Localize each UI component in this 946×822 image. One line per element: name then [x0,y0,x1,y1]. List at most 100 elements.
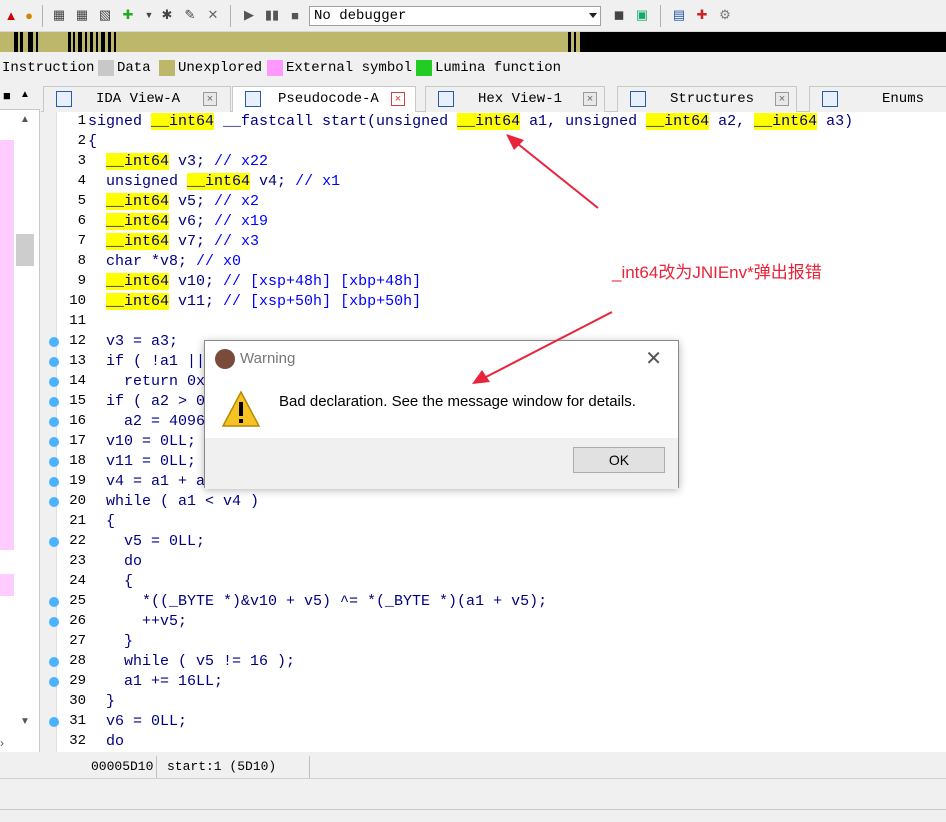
breakpoint-dot-icon[interactable] [49,457,59,467]
tab-label: IDA View-A [96,91,181,107]
close-icon[interactable]: × [391,92,405,106]
pause-icon[interactable]: ▮▮ [263,6,281,24]
code-token: v4; [250,173,296,190]
attach-icon[interactable]: ▣ [633,6,651,24]
code-line[interactable]: { [88,132,97,152]
breakpoint-dot-icon[interactable] [49,657,59,667]
list-icon[interactable]: ▤ [670,6,688,24]
ok-button[interactable]: OK [573,447,665,473]
line-number: 27 [69,633,86,649]
tab-label: Structures [670,91,755,107]
breakpoint-dot-icon[interactable] [49,397,59,407]
lock-icon[interactable]: ● [20,6,38,24]
chevron-up-icon[interactable]: ▲ [20,114,30,125]
close-icon[interactable]: × [583,92,597,106]
code-line[interactable]: unsigned __int64 v4; // x1 [88,172,340,192]
breakpoint-dot-icon[interactable] [49,377,59,387]
chevron-up-icon[interactable]: ▲ [20,89,30,100]
close-icon[interactable]: × [775,92,789,106]
code-line[interactable]: v4 = a1 + a [88,472,205,492]
code-comment: // [xsp+48h] [xbp+48h] [223,273,422,290]
tab-hex-view-1[interactable]: Hex View-1 × [425,86,605,112]
tab-structures[interactable]: Structures × [617,86,797,112]
code-line[interactable]: __int64 v10; // [xsp+48h] [xbp+48h] [88,272,421,292]
code-line[interactable]: signed __int64 __fastcall start(unsigned… [88,112,853,132]
tools-icon[interactable]: ⚙ [716,6,734,24]
code-line[interactable]: do [88,552,142,572]
breakpoint-dot-icon[interactable] [49,677,59,687]
code-token: while ( v5 != 16 ); [88,653,296,670]
code-line[interactable]: while ( a1 < v4 ) [88,492,259,512]
add-icon[interactable]: ▧ [96,6,114,24]
code-line[interactable]: __int64 v6; // x19 [88,212,268,232]
note-icon[interactable]: ✎ [181,6,199,24]
close-icon[interactable]: ✕ [645,349,662,369]
code-line[interactable]: do [88,732,124,752]
debugger-select[interactable]: No debugger [309,6,601,26]
close-icon[interactable]: ✕ [204,6,222,24]
breakpoint-dot-icon[interactable] [49,417,59,427]
code-line[interactable]: while ( v5 != 16 ); [88,652,295,672]
navigation-band[interactable] [0,32,946,52]
code-line[interactable]: } [88,632,133,652]
code-line[interactable]: return 0x [88,372,205,392]
code-line[interactable]: if ( !a1 || [88,352,214,372]
bottom-bar [0,778,946,822]
breakpoint-dot-icon[interactable] [49,497,59,507]
tab-pseudocode-a[interactable]: Pseudocode-A × [232,86,416,113]
tab-ida-view-a[interactable]: IDA View-A × [43,86,231,112]
code-line[interactable]: __int64 v5; // x2 [88,192,259,212]
code-line[interactable]: char *v8; // x0 [88,252,241,272]
breakpoint-dot-icon[interactable] [49,437,59,447]
code-line[interactable]: { [88,512,115,532]
code-line[interactable]: __int64 v7; // x3 [88,232,259,252]
code-line[interactable]: a1 += 16LL; [88,672,223,692]
code-line[interactable]: } [88,692,115,712]
code-line[interactable]: ++v5; [88,612,187,632]
code-line[interactable]: v11 = 0LL; [88,452,196,472]
chevron-down-icon[interactable] [589,13,597,18]
plus-icon[interactable]: ✚ [693,6,711,24]
breakpoint-dot-icon[interactable] [49,617,59,627]
breakpoint-dot-icon[interactable] [49,597,59,607]
code-line[interactable]: __int64 v11; // [xsp+50h] [xbp+50h] [88,292,421,312]
breakpoint-dot-icon[interactable] [49,717,59,727]
code-line[interactable]: a2 = 4096 [88,412,205,432]
add-icon[interactable]: ▦ [50,6,68,24]
breakpoint-dot-icon[interactable] [49,537,59,547]
dialog-titlebar[interactable]: Warning ✕ [205,341,678,377]
code-line[interactable]: *((_BYTE *)&v10 + v5) ^= *(_BYTE *)(a1 +… [88,592,547,612]
nav-segment [574,32,576,52]
close-icon[interactable]: ■ [3,88,11,103]
play-icon[interactable]: ▶ [240,6,258,24]
code-line[interactable]: v6 = 0LL; [88,712,187,732]
breakpoint-icon[interactable]: ◼ [610,6,628,24]
stop-icon[interactable]: ■ [286,6,304,24]
dropdown-icon[interactable]: ▼ [140,6,158,24]
line-number: 8 [77,253,86,269]
nav-segment [36,32,38,52]
chevron-right-icon[interactable]: › [0,736,4,750]
add-icon[interactable]: ▦ [73,6,91,24]
code-token: a1 += 16LL; [88,673,224,690]
code-line[interactable]: v5 = 0LL; [88,532,205,552]
left-panel-scroll-thumb[interactable] [16,234,34,266]
tab-enums[interactable]: Enums [809,86,946,112]
line-number: 32 [69,733,86,749]
code-line[interactable]: v3 = a3; [88,332,178,352]
breakpoint-dot-icon[interactable] [49,337,59,347]
breakpoint-dot-icon[interactable] [49,477,59,487]
line-number: 6 [77,213,86,229]
code-line[interactable]: v10 = 0LL; [88,432,196,452]
code-line[interactable]: __int64 v3; // x22 [88,152,268,172]
code-line[interactable]: if ( a2 > 0 [88,392,205,412]
close-icon[interactable]: × [203,92,217,106]
type-highlight: __int64 [754,113,818,130]
dialog-footer: OK [205,438,678,489]
script-icon[interactable]: ✚ [119,6,137,24]
code-line[interactable]: { [88,572,133,592]
breakpoint-dot-icon[interactable] [49,357,59,367]
chevron-down-icon[interactable]: ▼ [20,716,30,727]
run-icon[interactable]: ✱ [158,6,176,24]
new-icon[interactable]: ▲ [2,6,20,24]
